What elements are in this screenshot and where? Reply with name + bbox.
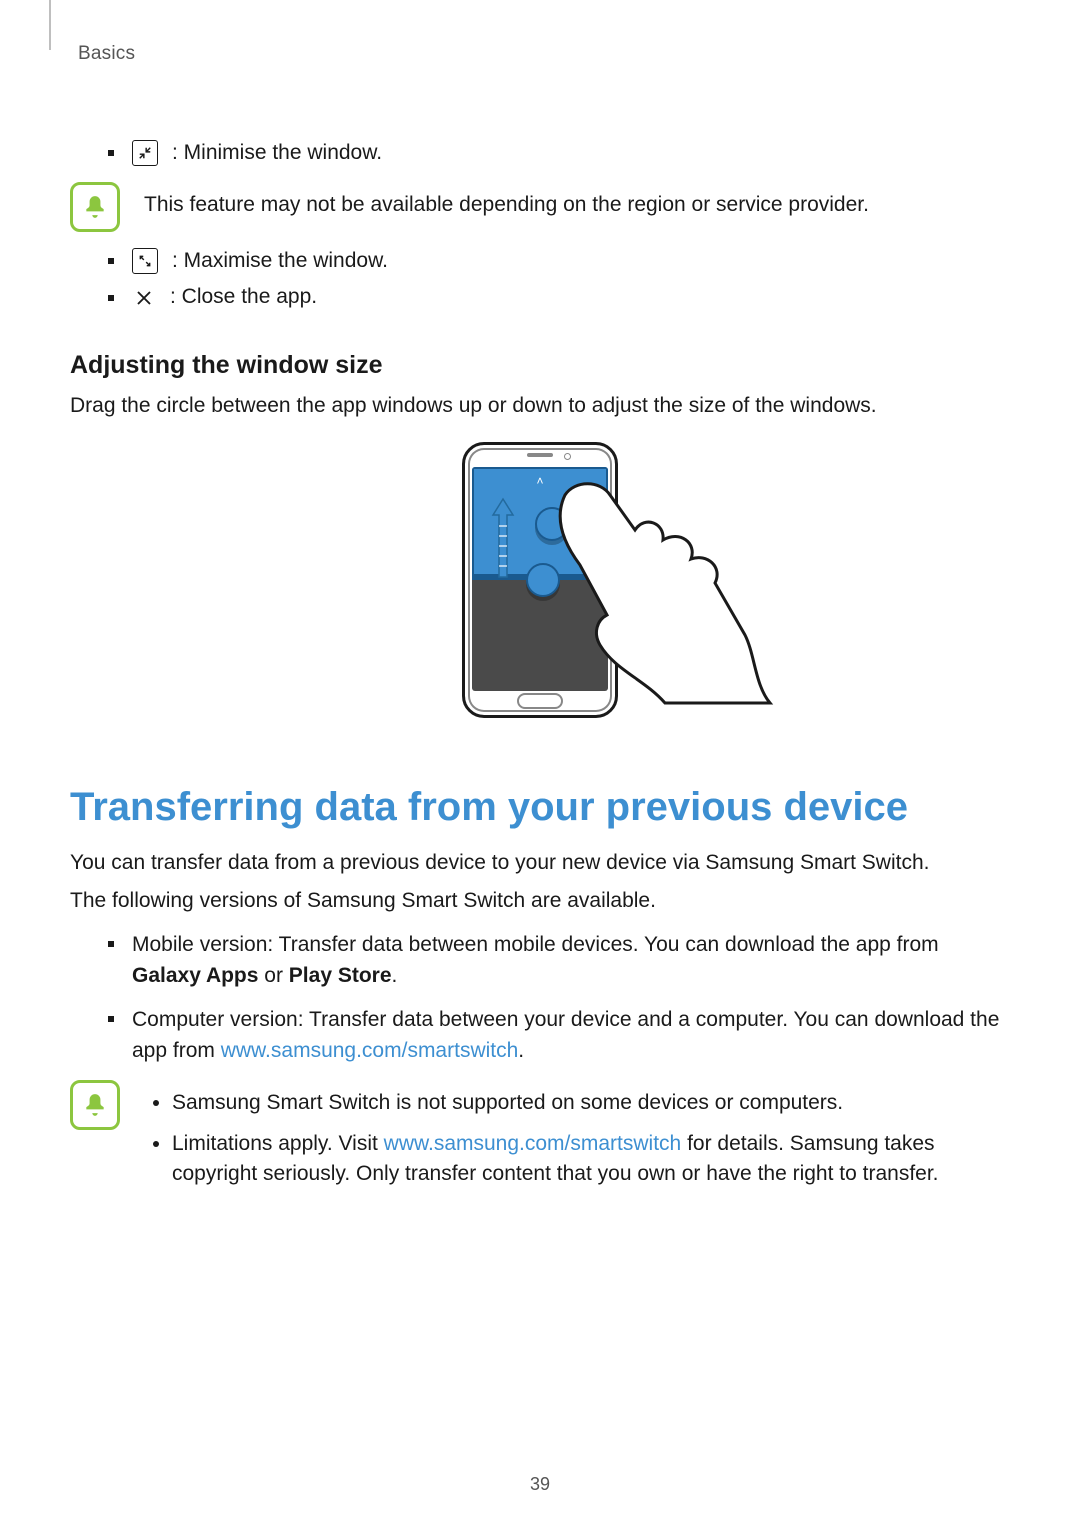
page-number: 39 [0, 1471, 1080, 1497]
text-period: . [392, 964, 398, 987]
section-title-transferring: Transferring data from your previous dev… [70, 778, 1010, 836]
link-smartswitch[interactable]: www.samsung.com/smartswitch [221, 1039, 519, 1062]
minimise-icon [132, 140, 158, 166]
arrow-up-icon [489, 495, 517, 590]
paragraph-adjust-size: Drag the circle between the app windows … [70, 391, 1010, 421]
text-or: or [258, 964, 288, 987]
bullet-dot [108, 258, 114, 264]
action-item-minimise: : Minimise the window. [108, 138, 1010, 168]
note-list: Samsung Smart Switch is not supported on… [144, 1088, 1010, 1189]
close-icon [132, 286, 156, 310]
figure-adjust-window: ˄ ˄ [70, 442, 1010, 718]
drag-handle-icon [535, 507, 569, 541]
header-rule [49, 0, 51, 50]
section-header: Basics [78, 40, 1010, 68]
text-computer-post: . [518, 1039, 524, 1062]
action-text-minimise: : Minimise the window. [172, 138, 382, 168]
drag-handle-icon [526, 563, 560, 597]
list-item-computer: Computer version: Transfer data between … [108, 1005, 1010, 1066]
bullet-dot [108, 295, 114, 301]
link-smartswitch-details[interactable]: www.samsung.com/smartswitch [384, 1132, 682, 1155]
action-text-close: : Close the app. [170, 282, 317, 312]
note-item-limitations: Limitations apply. Visit www.samsung.com… [172, 1129, 1010, 1190]
bell-icon [70, 1080, 120, 1130]
action-text-maximise: : Maximise the window. [172, 246, 388, 276]
bullet-dot [108, 150, 114, 156]
list-item-mobile: Mobile version: Transfer data between mo… [108, 930, 1010, 991]
action-item-maximise: : Maximise the window. [108, 246, 1010, 276]
maximise-icon [132, 248, 158, 274]
action-item-close: : Close the app. [108, 282, 1010, 312]
note-text: This feature may not be available depend… [144, 182, 1010, 220]
text-galaxy-apps: Galaxy Apps [132, 964, 258, 987]
list-versions: Mobile version: Transfer data between mo… [108, 930, 1010, 1066]
bell-icon [70, 182, 120, 232]
paragraph-transfer-intro: You can transfer data from a previous de… [70, 848, 1010, 878]
paragraph-transfer-versions: The following versions of Samsung Smart … [70, 886, 1010, 916]
text-limitations-pre: Limitations apply. Visit [172, 1132, 384, 1155]
page-content: Basics : Minimise the window. This featu… [0, 0, 1080, 1199]
note-item-unsupported: Samsung Smart Switch is not supported on… [172, 1088, 1010, 1118]
note-limitations: Samsung Smart Switch is not supported on… [70, 1080, 1010, 1199]
text-mobile-pre: Mobile version: Transfer data between mo… [132, 933, 939, 956]
text-play-store: Play Store [289, 964, 392, 987]
note-region-availability: This feature may not be available depend… [70, 182, 1010, 232]
subheading-adjust-size: Adjusting the window size [70, 347, 1010, 383]
